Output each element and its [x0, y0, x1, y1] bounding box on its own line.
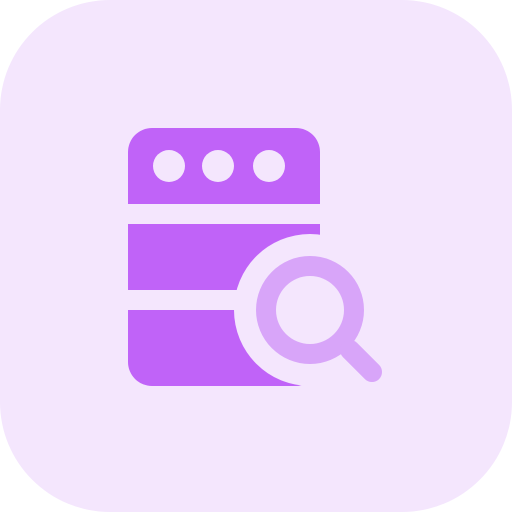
icon-canvas — [0, 0, 512, 512]
status-dot — [153, 150, 185, 182]
lens-inner — [276, 276, 344, 344]
server-search-icon — [0, 0, 512, 512]
status-dot — [202, 150, 234, 182]
status-dot — [253, 150, 285, 182]
